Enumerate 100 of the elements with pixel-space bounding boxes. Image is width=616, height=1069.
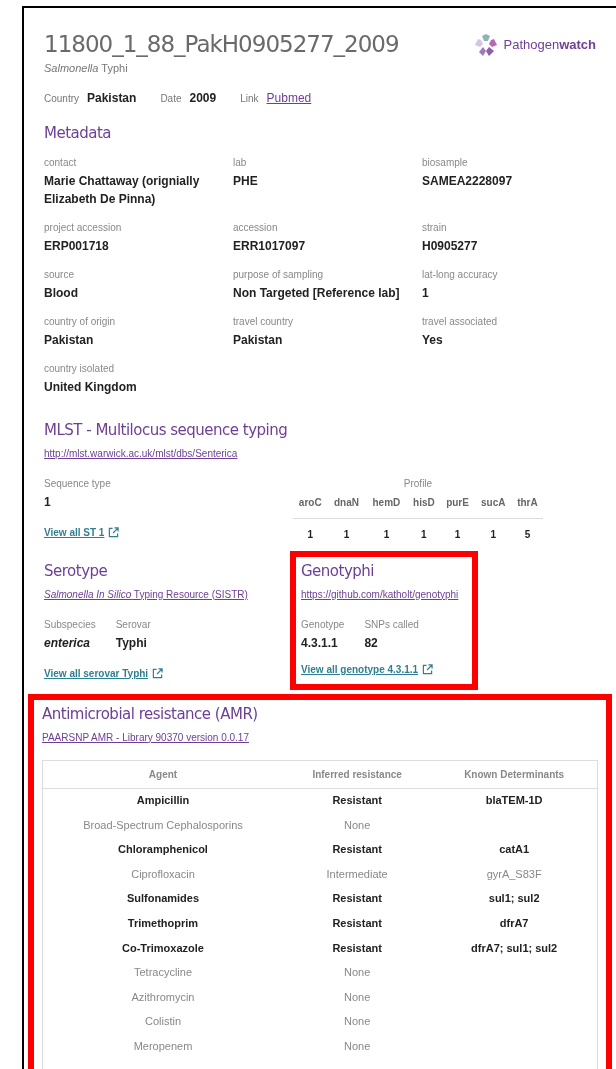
- logo-icon: [473, 32, 500, 58]
- field-label: travel country: [233, 314, 295, 329]
- brand-name: Pathogenwatch: [503, 36, 596, 55]
- table-cell-text: None: [343, 1014, 372, 1030]
- field-label: Genotype: [301, 617, 345, 632]
- table-cell-text: Resistant: [331, 891, 383, 907]
- field-value: Marie Chattaway (orignially Elizabeth De Pinna): [44, 172, 201, 208]
- table-cell: Resistant: [283, 788, 432, 813]
- table-cell-text: Co-Trimoxazole: [121, 940, 205, 956]
- field-label: strain: [422, 220, 448, 235]
- table-cell: dfrA7; sul1; sul2: [471, 941, 558, 954]
- field-value: 1: [422, 284, 430, 302]
- profile-label: Profile: [402, 476, 434, 491]
- column-header: Inferred resistance: [283, 760, 432, 788]
- field-label: Sequence type: [44, 476, 112, 491]
- fact-value: Pakistan: [87, 89, 137, 107]
- field-label: project accession: [44, 220, 123, 235]
- table-cell-text: Resistant: [331, 842, 383, 858]
- view-all-link[interactable]: View all genotype 4.3.1.1: [301, 661, 434, 677]
- field-value: Blood: [44, 284, 79, 302]
- fact-label: Link: [240, 91, 259, 106]
- fact-value: 2009: [189, 89, 217, 107]
- table-cell-text: Colistin: [143, 1014, 183, 1030]
- field-value: ERR1017097: [233, 237, 307, 255]
- table-cell-text: None: [343, 965, 372, 981]
- view-all-link[interactable]: View all serovar Typhi: [44, 665, 164, 681]
- table-cell: dfrA7: [499, 917, 529, 929]
- table-cell-text: Meropenem: [132, 1039, 194, 1054]
- gene-header: dnaN: [327, 494, 366, 518]
- gene-header: aroC: [293, 494, 328, 518]
- field-label: Serovar: [115, 617, 151, 632]
- table-cell-text: Intermediate: [325, 866, 389, 882]
- allele-cell: 1: [327, 518, 366, 542]
- allele-cell: 5: [511, 518, 543, 542]
- field-value: SAMEA2228097: [422, 172, 514, 190]
- section-heading: Antimicrobial resistance (AMR): [42, 703, 258, 724]
- table-cell-text: Ciprofloxacin: [130, 866, 196, 882]
- field-label: contact: [44, 155, 78, 170]
- external-link-icon: [108, 526, 120, 538]
- allele-cell: 1: [474, 518, 512, 542]
- field-label: lab: [233, 155, 248, 170]
- field-value: ERP001718: [44, 237, 110, 255]
- table-cell: gyrA_S83F: [486, 867, 542, 880]
- source-link[interactable]: https://github.com/katholt/genotyphi: [301, 588, 459, 600]
- genome-title: 11800_1_88_PakH0905277_2009: [44, 30, 399, 59]
- column-header: Agent: [43, 760, 283, 788]
- view-all-link[interactable]: View all ST 1: [44, 524, 120, 540]
- fact-label: Country: [44, 91, 79, 106]
- table-cell: blaTEM-1D: [485, 794, 543, 807]
- field-value: Typhi: [115, 634, 148, 652]
- field-value: H0905277: [422, 237, 479, 255]
- field-value: enterica: [44, 634, 92, 652]
- field-label: Subspecies: [44, 617, 96, 632]
- field-value: 4.3.1.1: [301, 634, 339, 652]
- field-label: lat-long accuracy: [422, 267, 499, 282]
- gene-header: thrA: [511, 494, 543, 518]
- source-link[interactable]: Salmonella In Silico Typing Resource (SISTR): [44, 588, 248, 600]
- organism-name: Salmonella Typhi: [44, 61, 129, 76]
- section-heading: Metadata: [44, 122, 112, 143]
- section-heading: MLST - Multilocus sequence typing: [44, 419, 288, 440]
- section-heading: Serotype: [44, 560, 108, 581]
- pubmed-link[interactable]: Pubmed: [266, 88, 312, 107]
- field-value: PHE: [233, 172, 259, 190]
- field-value: 82: [364, 634, 379, 652]
- table-cell-text: None: [343, 989, 372, 1005]
- table-cell-text: Azithromycin: [130, 989, 196, 1005]
- field-label: source: [44, 267, 75, 282]
- table-cell-text: Broad-Spectrum Cephalosporins: [82, 817, 244, 833]
- field-value: Pakistan: [44, 331, 95, 349]
- gene-header: hemD: [365, 494, 408, 518]
- field-label: SNPs called: [364, 617, 419, 632]
- field-value: United Kingdom: [44, 378, 138, 396]
- allele-cell: 1: [407, 518, 441, 542]
- field-label: accession: [233, 220, 279, 235]
- table-cell: sul1; sul2: [488, 892, 540, 905]
- field-label: country of origin: [44, 314, 117, 329]
- table-cell-text: Trimethoprim: [126, 916, 200, 931]
- table-cell-text: Resistant: [331, 940, 383, 956]
- field-value: Non Targeted [Reference lab]: [233, 284, 401, 302]
- allele-cell: 1: [293, 518, 328, 542]
- table-cell: catA1: [499, 843, 530, 856]
- table-cell-text: Tetracycline: [132, 965, 194, 981]
- column-header: Known Determinants: [431, 760, 597, 788]
- table-cell: Ampicillin: [43, 788, 283, 813]
- external-link-icon: [422, 663, 434, 675]
- field-value: Pakistan: [233, 331, 284, 349]
- field-label: purpose of sampling: [233, 267, 325, 282]
- gene-header: purE: [440, 494, 475, 518]
- gene-header: hisD: [407, 494, 441, 518]
- allele-cell: 1: [365, 518, 408, 542]
- fact-label: Date: [160, 91, 182, 106]
- field-value: 1: [44, 493, 52, 511]
- gene-header: sucA: [474, 494, 512, 518]
- field-label: travel associated: [422, 314, 499, 329]
- allele-cell: 1: [440, 518, 475, 542]
- source-link[interactable]: PAARSNP AMR - Library 90370 version 0.0.17: [42, 731, 249, 743]
- field-value: Yes: [422, 331, 444, 349]
- source-link[interactable]: http://mlst.warwick.ac.uk/mlst/dbs/Senterica: [44, 447, 238, 459]
- section-heading: Genotyphi: [301, 560, 374, 581]
- field-label: biosample: [422, 155, 469, 170]
